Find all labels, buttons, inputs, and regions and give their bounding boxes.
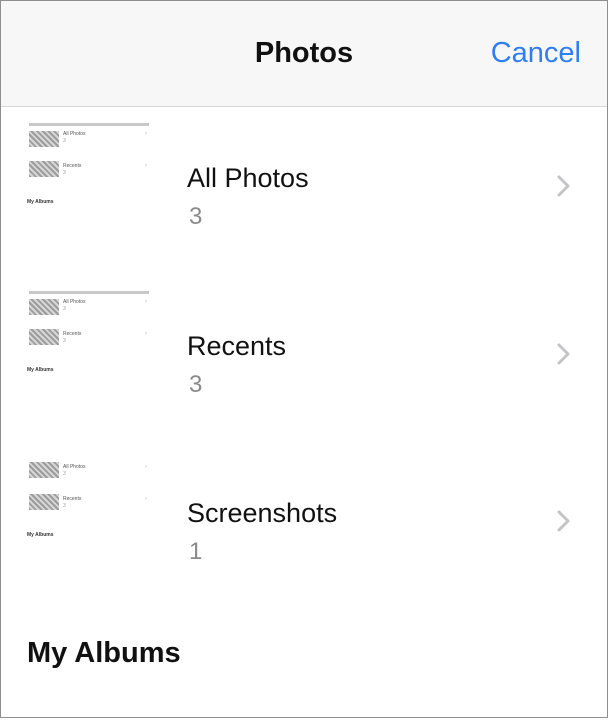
album-count: 3: [189, 371, 203, 398]
album-row-recents[interactable]: All Photos 3 › Recents 3 › My Albums Rec…: [1, 281, 607, 431]
thumbnail-mini-chevron-icon: ›: [145, 464, 147, 470]
thumbnail-mini-chevron-icon: ›: [145, 496, 147, 502]
thumbnail-mini-count: 3: [63, 306, 66, 312]
album-count: 3: [189, 203, 203, 230]
album-count: 1: [189, 538, 203, 565]
album-thumbnail: All Photos 3 › Recents 3 › My Albums: [23, 119, 153, 249]
thumbnail-mini-photo: [29, 329, 59, 345]
thumbnail-mini-label: All Photos: [63, 464, 86, 470]
album-row-all-photos[interactable]: All Photos 3 › Recents 3 › My Albums All…: [1, 113, 607, 263]
chevron-right-icon: [557, 510, 570, 532]
album-row-screenshots[interactable]: All Photos 3 › Recents 3 › My Albums Scr…: [1, 448, 607, 598]
chevron-right-icon: [557, 343, 570, 365]
thumbnail-mini-chevron-icon: ›: [145, 131, 147, 137]
thumbnail-mini-label: Recents: [63, 163, 82, 169]
album-title: All Photos: [187, 163, 309, 193]
thumbnail-mini-section: My Albums: [27, 532, 54, 538]
album-title: Screenshots: [187, 498, 338, 528]
chevron-right-icon: [557, 175, 570, 197]
thumbnail-mini-photo: [29, 462, 59, 478]
thumbnail-mini-count: 3: [63, 503, 66, 509]
thumbnail-mini-photo: [29, 299, 59, 315]
thumbnail-mini-photo: [29, 494, 59, 510]
thumbnail-mini-count: 3: [63, 471, 66, 477]
thumbnail-mini-section: My Albums: [27, 199, 54, 205]
thumbnail-mini-section: My Albums: [27, 367, 54, 373]
thumbnail-nav-bar: [29, 123, 149, 126]
navigation-bar: Photos Cancel: [1, 1, 607, 107]
thumbnail-mini-label: All Photos: [63, 299, 86, 305]
album-thumbnail: All Photos 3 › Recents 3 › My Albums: [23, 287, 153, 417]
cancel-button[interactable]: Cancel: [491, 37, 581, 70]
thumbnail-mini-photo: [29, 161, 59, 177]
album-title: Recents: [187, 331, 287, 361]
thumbnail-mini-label: All Photos: [63, 131, 86, 137]
thumbnail-mini-photo: [29, 131, 59, 147]
thumbnail-mini-chevron-icon: ›: [145, 163, 147, 169]
thumbnail-mini-label: Recents: [63, 331, 82, 337]
thumbnail-mini-count: 3: [63, 170, 66, 176]
thumbnail-mini-chevron-icon: ›: [145, 299, 147, 305]
section-header-my-albums: My Albums: [27, 637, 181, 669]
album-thumbnail: All Photos 3 › Recents 3 › My Albums: [23, 454, 153, 584]
thumbnail-mini-label: Recents: [63, 496, 82, 502]
thumbnail-mini-chevron-icon: ›: [145, 331, 147, 337]
thumbnail-mini-count: 3: [63, 138, 66, 144]
photo-picker-sheet: Photos Cancel All Photos 3 › Recents 3 ›…: [0, 0, 608, 718]
thumbnail-mini-count: 3: [63, 338, 66, 344]
thumbnail-nav-bar: [29, 291, 149, 294]
